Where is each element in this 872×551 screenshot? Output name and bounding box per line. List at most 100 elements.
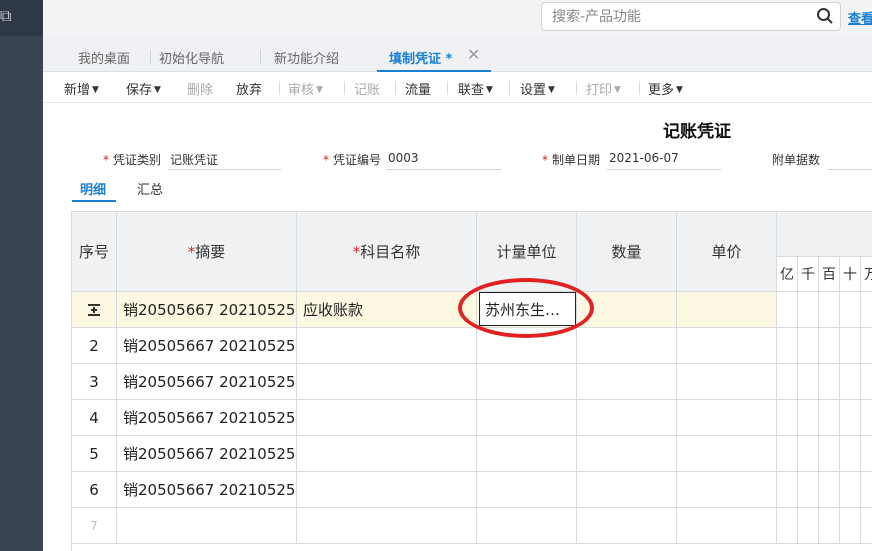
row-4-digit[interactable] bbox=[798, 400, 819, 436]
row-5-digit[interactable] bbox=[777, 436, 798, 472]
row-4-digit[interactable] bbox=[819, 400, 840, 436]
row-6-digit[interactable] bbox=[861, 472, 872, 508]
row-6-price[interactable] bbox=[677, 472, 777, 508]
row-2-digit[interactable] bbox=[861, 328, 872, 364]
voucher-type-field[interactable]: 记账凭证 bbox=[168, 149, 281, 170]
more-button[interactable]: 更多 ▼ bbox=[648, 79, 683, 98]
save-button[interactable]: 保存 ▼ bbox=[126, 79, 161, 98]
row-6-summary[interactable]: 销20505667 20210525 bbox=[117, 472, 297, 508]
row-1-summary[interactable]: 销20505667 20210525 bbox=[117, 292, 297, 328]
row-5-digit[interactable] bbox=[798, 436, 819, 472]
tab-fill-voucher[interactable]: 填制凭证 * bbox=[389, 48, 452, 67]
row-3-digit[interactable] bbox=[861, 364, 872, 400]
row-7-digit[interactable] bbox=[861, 508, 872, 544]
discard-button[interactable]: 放弃 bbox=[236, 79, 262, 98]
query-button[interactable]: 联查 ▼ bbox=[458, 79, 493, 98]
row-4-summary[interactable]: 销20505667 20210525 bbox=[117, 400, 297, 436]
row-5-account[interactable] bbox=[297, 436, 477, 472]
row-3-digit[interactable] bbox=[798, 364, 819, 400]
search-box[interactable] bbox=[541, 2, 841, 31]
add-button[interactable]: 新增 ▼ bbox=[64, 79, 99, 98]
row-3-digit[interactable] bbox=[819, 364, 840, 400]
row-1-digit[interactable] bbox=[777, 292, 798, 328]
row-7-digit[interactable] bbox=[840, 508, 861, 544]
row-6-digit[interactable] bbox=[777, 472, 798, 508]
voucher-date-label: * 制单日期 bbox=[542, 151, 600, 168]
search-input[interactable] bbox=[552, 8, 812, 26]
print-button[interactable]: 打印 ▼ bbox=[586, 79, 621, 98]
row-1-quantity[interactable] bbox=[577, 292, 677, 328]
row-5-unit[interactable] bbox=[477, 436, 577, 472]
row-3-account[interactable] bbox=[297, 364, 477, 400]
row-4-account[interactable] bbox=[297, 400, 477, 436]
row-1-price[interactable] bbox=[677, 292, 777, 328]
row-5-digit[interactable] bbox=[861, 436, 872, 472]
row-4-digit[interactable] bbox=[861, 400, 872, 436]
tab-init-guide[interactable]: 初始化导航 bbox=[159, 48, 224, 67]
row-7-account[interactable] bbox=[297, 508, 477, 544]
row-5-digit[interactable] bbox=[819, 436, 840, 472]
row-4-digit[interactable] bbox=[840, 400, 861, 436]
row-3-digit[interactable] bbox=[777, 364, 798, 400]
row-4-quantity[interactable] bbox=[577, 400, 677, 436]
delete-button[interactable]: 删除 bbox=[187, 79, 213, 98]
row-7-unit[interactable] bbox=[477, 508, 577, 544]
tab-detail[interactable]: 明细 bbox=[80, 179, 106, 198]
close-icon[interactable]: ✕ bbox=[467, 45, 480, 64]
row-7-digit[interactable] bbox=[777, 508, 798, 544]
row-2-price[interactable] bbox=[677, 328, 777, 364]
attachment-count-field[interactable] bbox=[828, 149, 872, 170]
row-2-quantity[interactable] bbox=[577, 328, 677, 364]
row-5-quantity[interactable] bbox=[577, 436, 677, 472]
tab-summary[interactable]: 汇总 bbox=[137, 179, 163, 198]
row-3-unit[interactable] bbox=[477, 364, 577, 400]
row-5-summary[interactable]: 销20505667 20210525 bbox=[117, 436, 297, 472]
row-2-account[interactable] bbox=[297, 328, 477, 364]
row-7-digit[interactable] bbox=[819, 508, 840, 544]
row-6-digit[interactable] bbox=[819, 472, 840, 508]
row-1-digit[interactable] bbox=[819, 292, 840, 328]
insert-row-icon[interactable] bbox=[87, 303, 101, 317]
search-icon[interactable] bbox=[816, 7, 834, 25]
row-2-digit[interactable] bbox=[777, 328, 798, 364]
row-1-digit[interactable] bbox=[840, 292, 861, 328]
row-6-account[interactable] bbox=[297, 472, 477, 508]
row-7-summary[interactable] bbox=[117, 508, 297, 544]
row-4-digit[interactable] bbox=[777, 400, 798, 436]
row-5-digit[interactable] bbox=[840, 436, 861, 472]
row-6-digit[interactable] bbox=[798, 472, 819, 508]
unit-cell-editor[interactable]: 苏州东生… bbox=[479, 292, 576, 326]
row-7-price[interactable] bbox=[677, 508, 777, 544]
view-link[interactable]: 查看 bbox=[848, 8, 872, 27]
review-button[interactable]: 审核 ▼ bbox=[288, 79, 323, 98]
row-3-quantity[interactable] bbox=[577, 364, 677, 400]
row-1-digit[interactable] bbox=[861, 292, 872, 328]
row-insert-handle[interactable] bbox=[72, 292, 117, 328]
voucher-number-field[interactable]: 0003 bbox=[386, 149, 501, 170]
row-7-quantity[interactable] bbox=[577, 508, 677, 544]
row-6-quantity[interactable] bbox=[577, 472, 677, 508]
row-6-unit[interactable] bbox=[477, 472, 577, 508]
post-button[interactable]: 记账 bbox=[354, 79, 380, 98]
row-2-digit[interactable] bbox=[840, 328, 861, 364]
row-2-digit[interactable] bbox=[819, 328, 840, 364]
row-3-digit[interactable] bbox=[840, 364, 861, 400]
tab-new-features[interactable]: 新功能介绍 bbox=[274, 48, 339, 67]
row-1-account[interactable]: 应收账款 bbox=[297, 292, 477, 328]
row-3-summary[interactable]: 销20505667 20210525 bbox=[117, 364, 297, 400]
row-5-price[interactable] bbox=[677, 436, 777, 472]
flow-button[interactable]: 流量 bbox=[405, 79, 431, 98]
app-logo-icon[interactable]: ⧉ bbox=[0, 6, 11, 26]
row-2-unit[interactable] bbox=[477, 328, 577, 364]
row-4-price[interactable] bbox=[677, 400, 777, 436]
row-3-price[interactable] bbox=[677, 364, 777, 400]
row-2-digit[interactable] bbox=[798, 328, 819, 364]
row-7-digit[interactable] bbox=[798, 508, 819, 544]
row-1-digit[interactable] bbox=[798, 292, 819, 328]
row-6-digit[interactable] bbox=[840, 472, 861, 508]
settings-button[interactable]: 设置 ▼ bbox=[520, 79, 555, 98]
row-4-unit[interactable] bbox=[477, 400, 577, 436]
row-2-summary[interactable]: 销20505667 20210525 bbox=[117, 328, 297, 364]
voucher-date-field[interactable]: 2021-06-07 bbox=[607, 149, 721, 170]
tab-my-desktop[interactable]: 我的桌面 bbox=[78, 48, 130, 67]
